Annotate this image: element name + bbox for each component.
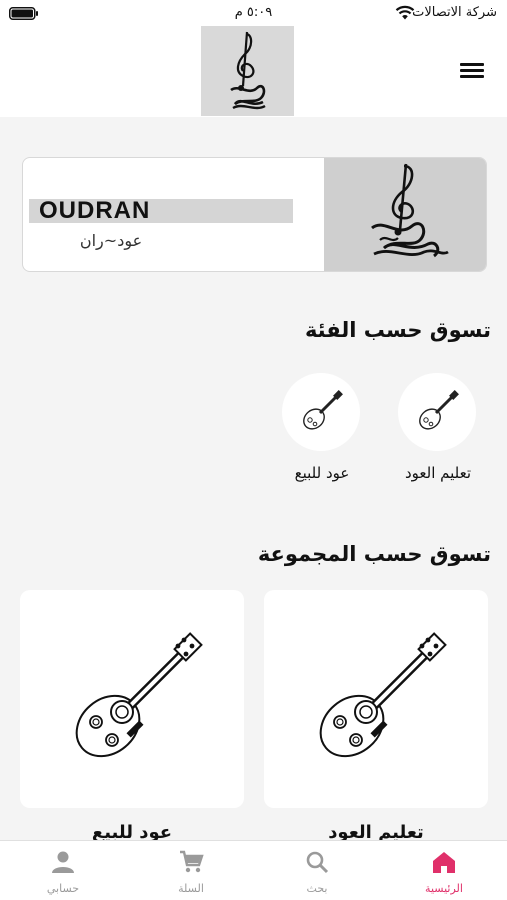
treble-clef-logo-icon xyxy=(230,31,266,110)
category-item-oud-for-sale[interactable]: عود للبيع xyxy=(262,373,382,493)
category-circle xyxy=(282,373,360,451)
banner-logo xyxy=(324,158,486,271)
collection-card-oud-lessons[interactable] xyxy=(264,590,488,808)
oud-icon xyxy=(303,390,343,430)
hero-banner[interactable]: OUDRAN عود~ران xyxy=(22,157,487,272)
collections-section-title: تسوق حسب المجموعة xyxy=(257,542,491,566)
tab-cart[interactable]: السلة xyxy=(136,841,246,900)
app-logo[interactable] xyxy=(201,26,294,116)
oud-illustration-icon xyxy=(319,632,447,758)
app-header xyxy=(0,26,507,117)
bottom-tab-bar: الرئيسية بحث السلة حسابي xyxy=(0,840,507,900)
oud-illustration-icon xyxy=(75,632,203,758)
tab-label: السلة xyxy=(178,882,204,895)
menu-button[interactable] xyxy=(459,60,485,82)
tab-label: الرئيسية xyxy=(425,882,463,895)
person-icon xyxy=(52,851,74,873)
home-icon xyxy=(433,852,455,873)
tab-search[interactable]: بحث xyxy=(262,841,372,900)
oud-icon xyxy=(419,390,459,430)
banner-subtitle: عود~ران xyxy=(79,231,143,250)
banner-brand-text: OUDRAN xyxy=(29,199,293,223)
cart-icon xyxy=(180,850,204,873)
category-circle xyxy=(398,373,476,451)
menu-bar xyxy=(460,69,484,72)
tab-account[interactable]: حسابي xyxy=(8,841,118,900)
categories-section-title: تسوق حسب الفئة xyxy=(304,318,491,342)
treble-clef-calligraphy-icon xyxy=(371,163,449,258)
tab-home[interactable]: الرئيسية xyxy=(389,841,499,900)
menu-bar xyxy=(460,63,484,66)
clock: ٥:٠٩ م xyxy=(234,5,273,20)
category-item-oud-lessons[interactable]: تعليم العود xyxy=(378,373,498,493)
tab-label: بحث xyxy=(306,882,328,895)
category-label: تعليم العود xyxy=(404,464,472,482)
menu-bar xyxy=(460,75,484,78)
search-icon xyxy=(306,851,329,874)
status-bar: شركة الاتصالات ٥:٠٩ م xyxy=(0,0,507,26)
category-label: عود للبيع xyxy=(294,464,350,482)
collection-card-oud-for-sale[interactable] xyxy=(20,590,244,808)
tab-label: حسابي xyxy=(46,882,80,895)
battery-icon xyxy=(9,7,38,20)
